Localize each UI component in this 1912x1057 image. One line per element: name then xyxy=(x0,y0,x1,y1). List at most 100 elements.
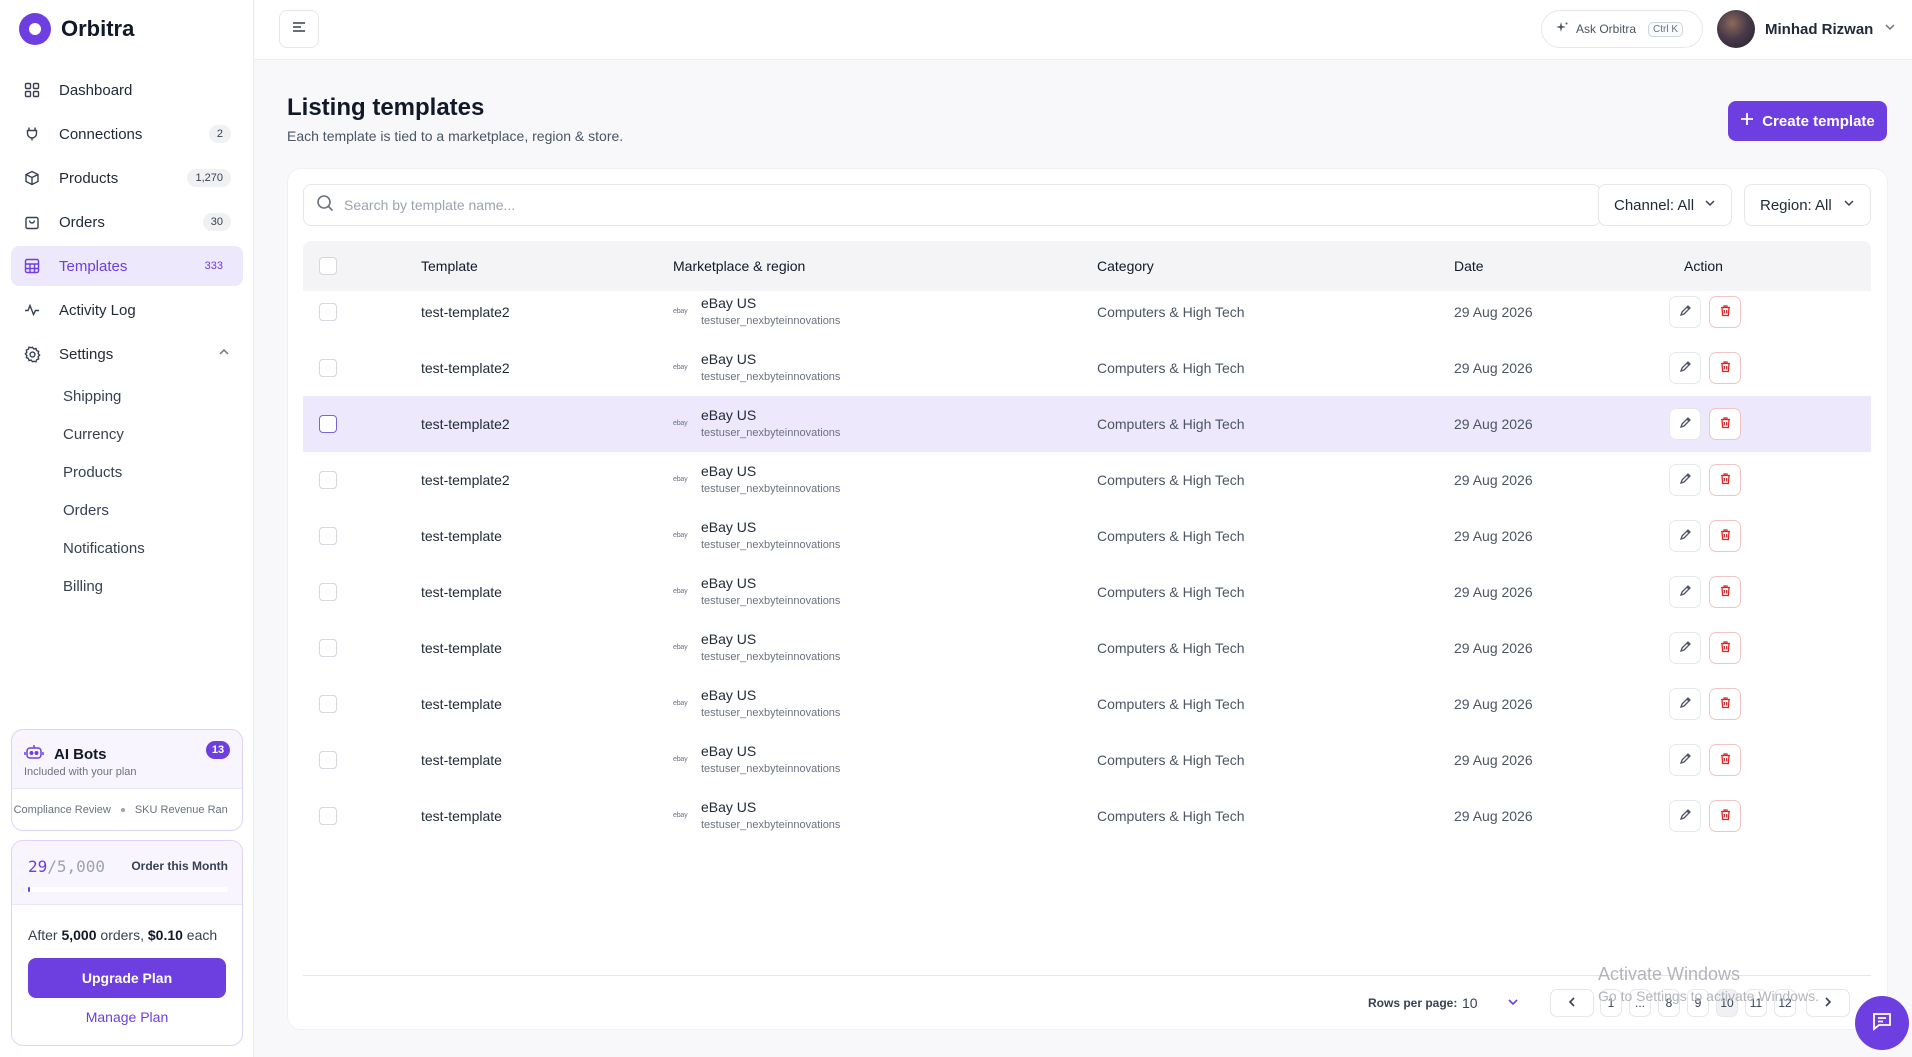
edit-button[interactable] xyxy=(1669,688,1701,720)
column-header-date: Date xyxy=(1454,258,1484,274)
delete-button[interactable] xyxy=(1709,632,1741,664)
chevron-down-icon xyxy=(1842,196,1856,214)
delete-button[interactable] xyxy=(1709,464,1741,496)
store-name: testuser_nexbyteinnovations xyxy=(701,427,841,439)
settings-item-orders[interactable]: Orders xyxy=(11,492,243,530)
category: Computers & High Tech xyxy=(1097,528,1245,544)
trash-icon xyxy=(1719,752,1732,768)
delete-button[interactable] xyxy=(1709,576,1741,608)
channel-filter-label: Channel: All xyxy=(1614,196,1695,214)
table-row[interactable]: test-template ebay eBay US testuser_nexbyte… xyxy=(303,732,1871,788)
chat-button[interactable] xyxy=(1855,996,1909,1050)
table-row[interactable]: test-template ebay eBay US testuser_nexbyte… xyxy=(303,508,1871,564)
ai-bots-card[interactable]: AI Bots 13 Included with your plan ct Co… xyxy=(11,729,243,831)
order-usage-count: 29/5,000 xyxy=(28,857,105,876)
chevron-up-icon[interactable] xyxy=(217,345,231,363)
row-checkbox[interactable] xyxy=(319,303,337,321)
settings-item-products[interactable]: Products xyxy=(11,454,243,492)
table-row[interactable]: test-template2 ebay eBay US testuser_nexbyt… xyxy=(303,340,1871,396)
table-row[interactable]: test-template2 ebay eBay US testuser_nexbyt… xyxy=(303,396,1871,452)
settings-item-notifications[interactable]: Notifications xyxy=(11,530,243,568)
sidebar-item-settings[interactable]: Settings xyxy=(11,334,243,374)
row-checkbox[interactable] xyxy=(319,583,337,601)
sidebar-item-products[interactable]: Products 1,270 xyxy=(11,158,243,198)
category: Computers & High Tech xyxy=(1097,360,1245,376)
ebay-logo-icon: ebay xyxy=(673,756,688,763)
table-row[interactable]: test-template ebay eBay US testuser_nexbyte… xyxy=(303,564,1871,620)
pencil-icon xyxy=(1679,752,1692,768)
row-checkbox[interactable] xyxy=(319,471,337,489)
settings-item-billing[interactable]: Billing xyxy=(11,568,243,606)
date: 29 Aug 2026 xyxy=(1454,584,1533,600)
table-row[interactable]: test-template ebay eBay US testuser_nexbyte… xyxy=(303,676,1871,732)
region-filter[interactable]: Region: All xyxy=(1744,184,1871,226)
edit-button[interactable] xyxy=(1669,352,1701,384)
row-checkbox[interactable] xyxy=(319,359,337,377)
pencil-icon xyxy=(1679,640,1692,656)
trash-icon xyxy=(1719,696,1732,712)
edit-button[interactable] xyxy=(1669,408,1701,440)
delete-button[interactable] xyxy=(1709,296,1741,328)
sidebar-item-label: Products xyxy=(59,169,119,187)
avatar xyxy=(1717,10,1755,48)
search-input[interactable] xyxy=(344,197,1544,213)
trash-icon xyxy=(1719,472,1732,488)
table-row[interactable]: test-template ebay eBay US testuser_nexbyte… xyxy=(303,620,1871,676)
manage-plan-link[interactable]: Manage Plan xyxy=(28,1009,226,1025)
template-name: test-template xyxy=(421,528,502,544)
edit-button[interactable] xyxy=(1669,464,1701,496)
ask-orbitra-button[interactable]: Ask Orbitra Ctrl K xyxy=(1541,10,1703,48)
sidebar-item-dashboard[interactable]: Dashboard xyxy=(11,70,243,110)
ebay-logo-icon: ebay xyxy=(673,588,688,595)
sidebar-item-connections[interactable]: Connections 2 xyxy=(11,114,243,154)
top-header: Ask Orbitra Ctrl K Minhad Rizwan xyxy=(255,0,1912,60)
settings-item-currency[interactable]: Currency xyxy=(11,416,243,454)
edit-button[interactable] xyxy=(1669,576,1701,608)
sidebar-nav: Dashboard Connections 2 Products 1,270 O… xyxy=(11,70,243,606)
row-checkbox[interactable] xyxy=(319,695,337,713)
delete-button[interactable] xyxy=(1709,408,1741,440)
create-template-button[interactable]: Create template xyxy=(1728,101,1887,141)
channel-filter[interactable]: Channel: All xyxy=(1598,184,1732,226)
edit-button[interactable] xyxy=(1669,632,1701,664)
user-name: Minhad Rizwan xyxy=(1765,20,1874,38)
sidebar-item-orders[interactable]: Orders 30 xyxy=(11,202,243,242)
edit-button[interactable] xyxy=(1669,800,1701,832)
delete-button[interactable] xyxy=(1709,744,1741,776)
search-box[interactable] xyxy=(303,184,1601,226)
edit-button[interactable] xyxy=(1669,744,1701,776)
row-checkbox[interactable] xyxy=(319,527,337,545)
ask-orbitra-label: Ask Orbitra xyxy=(1576,22,1637,36)
row-checkbox[interactable] xyxy=(319,639,337,657)
table-row[interactable]: test-template2 ebay eBay US testuser_nexbyt… xyxy=(303,452,1871,508)
edit-button[interactable] xyxy=(1669,520,1701,552)
row-checkbox[interactable] xyxy=(319,751,337,769)
select-all-checkbox[interactable] xyxy=(319,257,337,275)
chevron-left-icon xyxy=(1566,996,1578,1011)
delete-button[interactable] xyxy=(1709,520,1741,552)
user-menu[interactable]: Minhad Rizwan xyxy=(1717,10,1897,48)
row-checkbox[interactable] xyxy=(319,807,337,825)
sidebar-item-templates[interactable]: Templates 333 xyxy=(11,246,243,286)
delete-button[interactable] xyxy=(1709,352,1741,384)
template-name: test-template2 xyxy=(421,360,510,376)
logo[interactable]: Orbitra xyxy=(19,13,134,45)
edit-button[interactable] xyxy=(1669,296,1701,328)
settings-item-shipping[interactable]: Shipping xyxy=(11,378,243,416)
delete-button[interactable] xyxy=(1709,688,1741,720)
sidebar-item-activity-log[interactable]: Activity Log xyxy=(11,290,243,330)
store-name: testuser_nexbyteinnovations xyxy=(701,539,841,551)
table-row[interactable]: test-template2 ebay eBay US testuser_nexbyt… xyxy=(303,284,1871,340)
order-usage-fill xyxy=(28,887,31,892)
upgrade-plan-button[interactable]: Upgrade Plan xyxy=(28,958,226,998)
row-checkbox[interactable] xyxy=(319,415,337,433)
store-name: testuser_nexbyteinnovations xyxy=(701,819,841,831)
trash-icon xyxy=(1719,640,1732,656)
pencil-icon xyxy=(1679,304,1692,320)
table-row[interactable]: test-template ebay eBay US testuser_nexbyte… xyxy=(303,788,1871,844)
delete-button[interactable] xyxy=(1709,800,1741,832)
rows-per-page-select[interactable]: 10 xyxy=(1462,989,1520,1017)
sidebar-toggle-button[interactable] xyxy=(279,10,319,48)
search-icon xyxy=(316,194,334,217)
prev-page-button[interactable] xyxy=(1550,989,1594,1017)
